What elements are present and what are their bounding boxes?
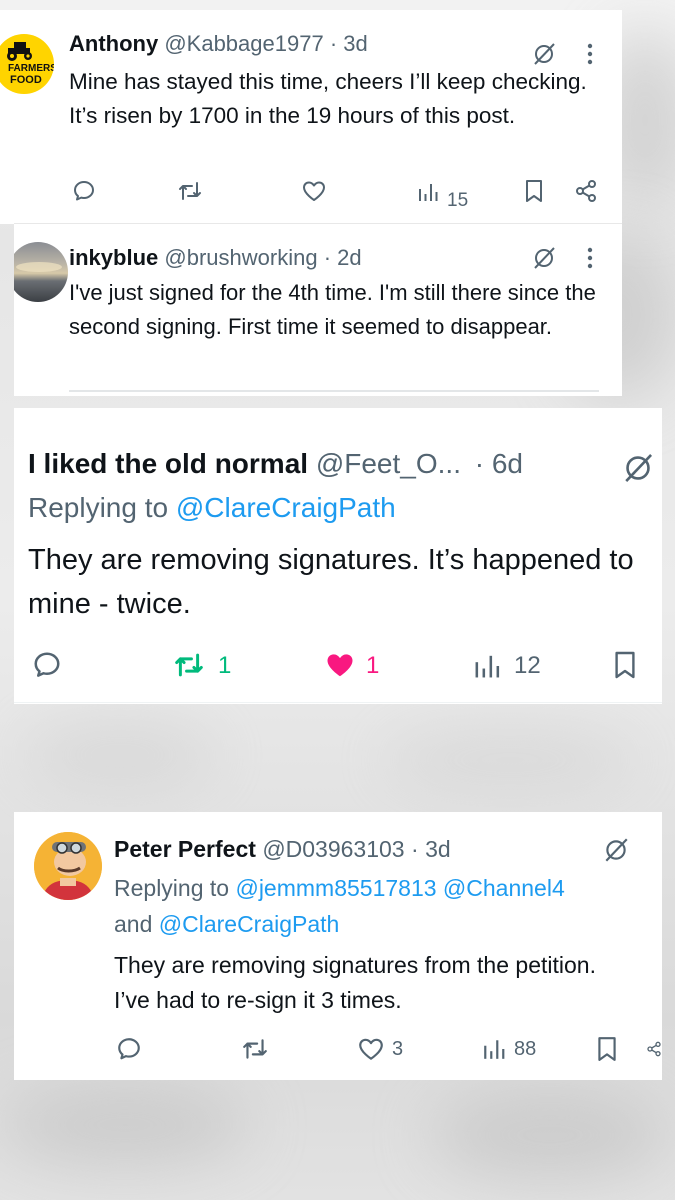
mention-link[interactable]: @jemmm85517813	[235, 875, 436, 901]
replying-to-and: and	[114, 911, 153, 937]
background-blur	[20, 720, 220, 790]
grok-slash-icon[interactable]	[530, 40, 558, 68]
timestamp[interactable]: 3d	[425, 836, 451, 862]
display-name[interactable]: Peter Perfect	[114, 836, 256, 862]
replying-to-prefix: Replying to	[114, 875, 230, 901]
more-icon[interactable]	[578, 238, 602, 278]
display-name[interactable]: Anthony	[69, 31, 158, 56]
avatar-text-food: FOOD	[10, 74, 42, 86]
tweet-text: They are removing signatures from the pe…	[114, 952, 596, 1013]
user-handle[interactable]: @Feet_O...	[316, 448, 461, 479]
views-count: 15	[447, 190, 469, 211]
views-icon[interactable]	[472, 650, 502, 682]
mention-link[interactable]: @ClareCraigPath	[176, 492, 396, 523]
tweet-card[interactable]: I liked the old normal @Feet_O... · 6d R…	[14, 408, 662, 704]
user-handle[interactable]: @brushworking	[164, 245, 317, 270]
separator-dot: ·	[323, 245, 332, 270]
tweet-text: Mine has stayed this time, cheers I’ll k…	[69, 69, 587, 128]
cartoon-avatar-image	[34, 832, 102, 900]
timestamp[interactable]: 3d	[343, 31, 367, 56]
like-icon[interactable]	[300, 177, 328, 205]
avatar[interactable]: FARMERS FOOD	[0, 34, 54, 94]
user-handle[interactable]: @Kabbage1977	[164, 31, 323, 56]
bookmark-icon[interactable]	[520, 177, 548, 205]
mention-link[interactable]: @Channel4	[443, 875, 565, 901]
share-icon[interactable]	[646, 1034, 662, 1064]
divider	[14, 702, 662, 703]
reply-icon[interactable]	[114, 1034, 144, 1064]
avatar-text-farmers: FARMERS	[8, 63, 54, 74]
background-blur	[380, 730, 640, 790]
like-count: 1	[366, 652, 380, 679]
share-icon[interactable]	[572, 177, 600, 205]
replying-to-prefix: Replying to	[28, 492, 169, 523]
replying-to: Replying to @jemmm85517813 @Channel4 and…	[114, 870, 654, 942]
grok-slash-icon[interactable]	[600, 834, 632, 866]
tweet-header: I liked the old normal @Feet_O... · 6d	[28, 448, 523, 480]
display-name[interactable]: I liked the old normal	[28, 448, 308, 479]
views-icon[interactable]	[480, 1034, 508, 1064]
action-row-cut-off	[69, 390, 599, 396]
avatar[interactable]	[34, 832, 102, 900]
like-count: 3	[392, 1038, 404, 1060]
bookmark-icon[interactable]	[592, 1034, 622, 1064]
tweet-text: I've just signed for the 4th time. I'm s…	[69, 280, 596, 339]
retweet-count: 1	[218, 652, 232, 679]
avatar-sky-image	[16, 262, 62, 272]
background-blur	[430, 1090, 670, 1180]
mention-link[interactable]: @ClareCraigPath	[159, 911, 340, 937]
retweet-icon[interactable]	[176, 177, 204, 205]
avatar[interactable]	[14, 242, 68, 302]
separator-dot: ·	[411, 836, 419, 862]
views-icon[interactable]	[416, 179, 440, 205]
tweet-header: inkyblue @brushworking · 2d	[69, 245, 362, 271]
retweet-icon[interactable]	[240, 1034, 270, 1064]
tweet-card[interactable]: inkyblue @brushworking · 2d I've just si…	[14, 224, 622, 396]
user-handle[interactable]: @D03963103	[262, 836, 404, 862]
retweet-icon[interactable]	[172, 648, 206, 682]
tweet-card[interactable]: FARMERS FOOD Anthony @Kabbage1977 · 3d M…	[0, 10, 622, 224]
bookmark-icon[interactable]	[608, 648, 642, 682]
display-name[interactable]: inkyblue	[69, 245, 158, 270]
tweet-text: They are removing signatures. It’s happe…	[28, 544, 634, 620]
views-count: 88	[514, 1038, 537, 1060]
separator-dot: ·	[474, 448, 485, 479]
tweet-header: Peter Perfect @D03963103 · 3d	[114, 836, 451, 863]
like-icon-active[interactable]	[322, 648, 358, 682]
tweet-card[interactable]: Peter Perfect @D03963103 · 3d Replying t…	[14, 812, 662, 1080]
reply-icon[interactable]	[70, 177, 98, 205]
replying-to: Replying to @ClareCraigPath	[28, 492, 396, 524]
background-blur	[0, 1085, 250, 1165]
separator-dot: ·	[329, 31, 338, 56]
grok-slash-icon[interactable]	[530, 244, 558, 272]
reply-icon[interactable]	[30, 648, 64, 682]
like-icon[interactable]	[356, 1034, 386, 1064]
timestamp[interactable]: 2d	[337, 245, 361, 270]
views-count: 12	[514, 652, 541, 679]
tweet-header: Anthony @Kabbage1977 · 3d	[69, 31, 368, 57]
timestamp[interactable]: 6d	[492, 448, 523, 479]
grok-slash-icon[interactable]	[620, 450, 656, 486]
